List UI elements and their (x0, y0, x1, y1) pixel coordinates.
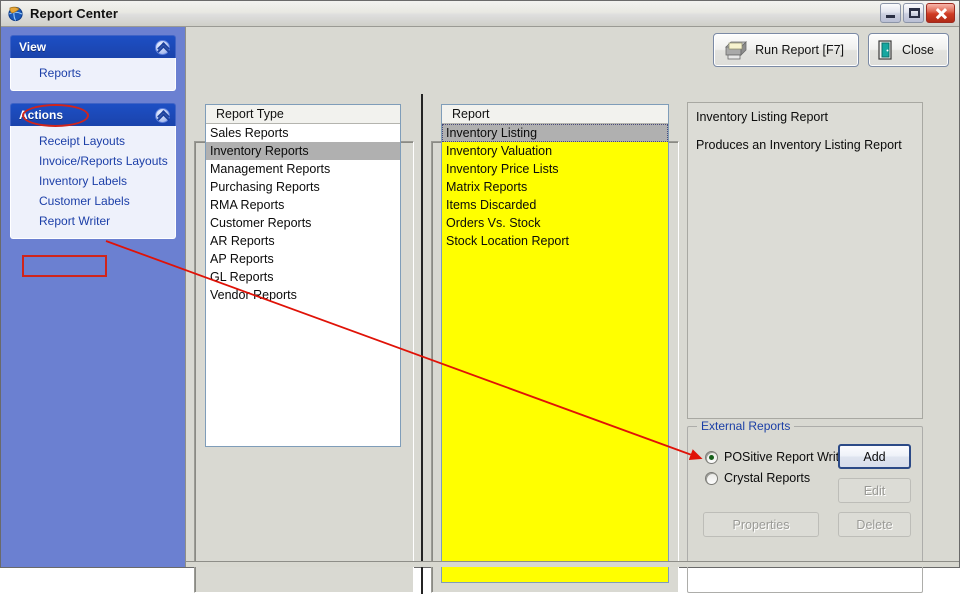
report-row[interactable]: Items Discarded (442, 196, 668, 214)
sidebar-group-actions-body: Receipt Layouts Invoice/Reports Layouts … (10, 126, 176, 239)
report-row[interactable]: Matrix Reports (442, 178, 668, 196)
report-description-box: Inventory Listing Report Produces an Inv… (687, 102, 923, 419)
report-center-window: Report Center View Reports Actions Recei… (0, 0, 960, 594)
report-type-row[interactable]: AP Reports (206, 250, 400, 268)
report-type-row[interactable]: Sales Reports (206, 124, 400, 142)
sidebar-item-receipt-layouts[interactable]: Receipt Layouts (11, 131, 175, 151)
edit-label: Edit (863, 483, 886, 498)
report-list-header: Report (442, 105, 668, 124)
window-controls (880, 3, 955, 23)
dialog-bottom-edge (186, 561, 959, 567)
radio-crystal-reports[interactable]: Crystal Reports (705, 471, 810, 485)
report-type-list[interactable]: Report Type Sales Reports Inventory Repo… (205, 104, 401, 447)
run-report-button[interactable]: Run Report [F7] (713, 33, 860, 67)
sidebar-group-view-title: View (19, 40, 47, 54)
report-type-row[interactable]: Vendor Reports (206, 286, 400, 304)
report-type-list-header: Report Type (206, 105, 400, 124)
annotation-rect-report-writer (22, 255, 107, 277)
report-row[interactable]: Orders Vs. Stock (442, 214, 668, 232)
sidebar-group-view: View Reports (10, 35, 176, 91)
report-description-text: Produces an Inventory Listing Report (696, 138, 902, 152)
delete-button[interactable]: Delete (838, 512, 911, 537)
properties-label: Properties (732, 517, 790, 532)
printer-icon (722, 38, 748, 62)
app-globe-icon (7, 5, 24, 22)
minimize-icon (886, 15, 895, 18)
close-icon (935, 8, 947, 19)
report-type-list-body: Sales Reports Inventory Reports Manageme… (206, 124, 400, 304)
report-row[interactable]: Inventory Price Lists (442, 160, 668, 178)
radio-positive-label: POSitive Report Writer (724, 450, 851, 464)
exit-door-icon (877, 39, 895, 61)
maximize-icon (909, 8, 920, 18)
sidebar-item-customer-labels[interactable]: Customer Labels (11, 191, 175, 211)
close-button[interactable]: Close (868, 33, 949, 67)
chevron-up-icon[interactable] (155, 39, 170, 55)
report-type-row[interactable]: RMA Reports (206, 196, 400, 214)
delete-label: Delete (856, 517, 893, 532)
task-sidebar: View Reports Actions Receipt Layouts Inv… (1, 27, 186, 567)
sidebar-item-invoice-reports-layouts[interactable]: Invoice/Reports Layouts (11, 151, 175, 171)
sidebar-item-report-writer[interactable]: Report Writer (11, 211, 175, 231)
toolbar: Run Report [F7] Close (186, 27, 959, 73)
sidebar-group-view-header[interactable]: View (10, 35, 176, 58)
report-type-row[interactable]: GL Reports (206, 268, 400, 286)
add-button[interactable]: Add (838, 444, 911, 469)
maximize-button[interactable] (903, 3, 924, 23)
report-type-row[interactable]: Customer Reports (206, 214, 400, 232)
sidebar-group-view-body: Reports (10, 58, 176, 91)
external-reports-legend: External Reports (697, 419, 795, 433)
sidebar-group-actions-header[interactable]: Actions (10, 103, 176, 126)
report-list-body: Inventory Listing Inventory Valuation In… (442, 124, 668, 250)
close-label: Close (902, 43, 934, 57)
sidebar-group-actions-title: Actions (19, 108, 64, 122)
radio-off-icon[interactable] (705, 471, 718, 485)
report-list[interactable]: Report Inventory Listing Inventory Valua… (441, 104, 669, 583)
column-divider (421, 94, 423, 594)
chevron-up-icon[interactable] (155, 107, 170, 123)
run-report-label: Run Report [F7] (755, 43, 845, 57)
radio-crystal-label: Crystal Reports (724, 471, 811, 485)
report-type-row[interactable]: Purchasing Reports (206, 178, 400, 196)
report-row[interactable]: Stock Location Report (442, 232, 668, 250)
radio-positive-report-writer[interactable]: POSitive Report Writer (705, 450, 850, 464)
sidebar-item-inventory-labels[interactable]: Inventory Labels (11, 171, 175, 191)
add-label: Add (863, 449, 886, 464)
main-panel: Run Report [F7] Close Report Type Sales … (186, 27, 959, 594)
report-type-row[interactable]: Inventory Reports (206, 142, 400, 160)
report-type-row[interactable]: AR Reports (206, 232, 400, 250)
sidebar-item-reports[interactable]: Reports (11, 63, 175, 83)
content-area: Report Type Sales Reports Inventory Repo… (186, 73, 959, 594)
properties-button[interactable]: Properties (703, 512, 819, 537)
minimize-button[interactable] (880, 3, 901, 23)
report-row[interactable]: Inventory Valuation (442, 142, 668, 160)
report-type-row[interactable]: Management Reports (206, 160, 400, 178)
close-window-button[interactable] (926, 3, 955, 23)
edit-button[interactable]: Edit (838, 478, 911, 503)
window-title: Report Center (30, 6, 118, 21)
report-description-title: Inventory Listing Report (696, 110, 829, 124)
report-row[interactable]: Inventory Listing (442, 124, 668, 142)
radio-on-icon[interactable] (705, 450, 718, 464)
sidebar-group-actions: Actions Receipt Layouts Invoice/Reports … (10, 103, 176, 239)
title-bar: Report Center (1, 1, 959, 27)
